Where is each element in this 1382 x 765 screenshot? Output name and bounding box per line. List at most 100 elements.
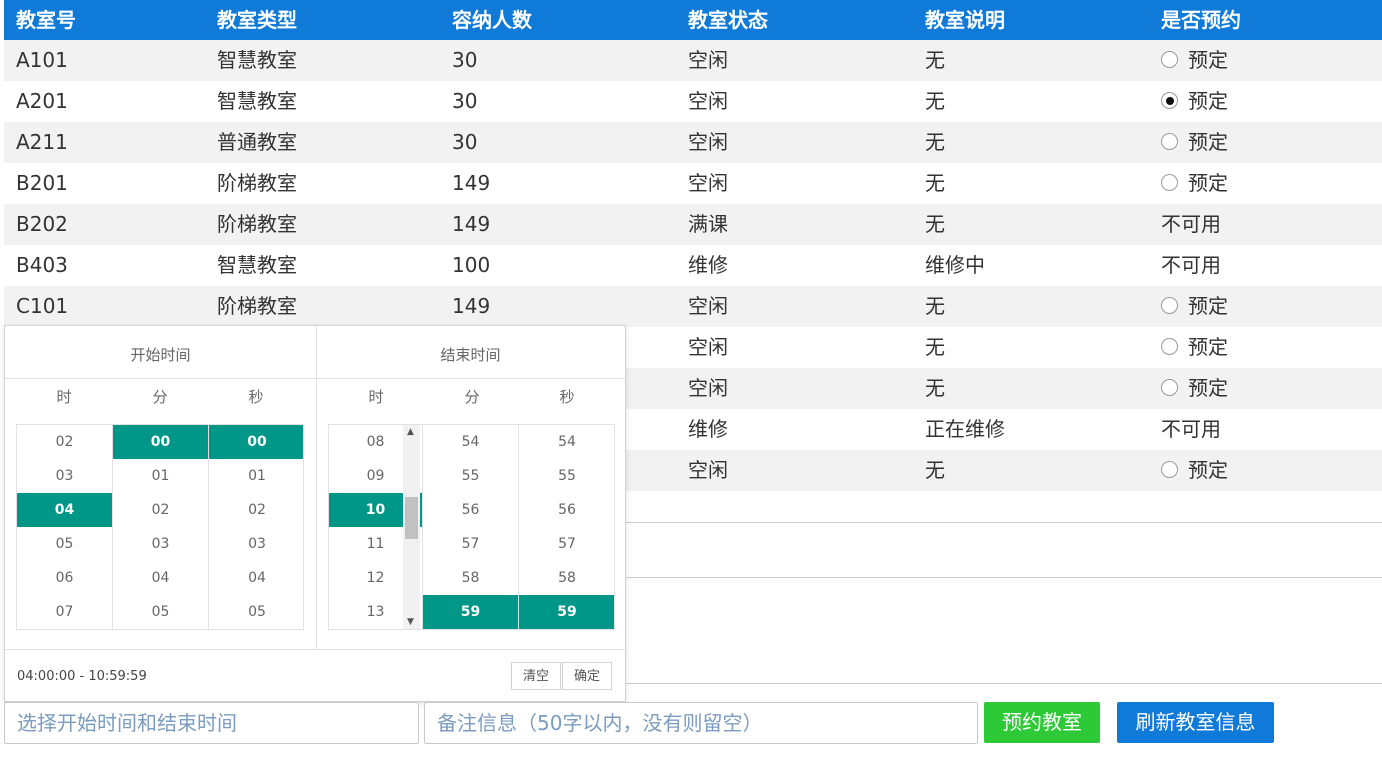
reserve-radio-option[interactable]: 预定	[1161, 450, 1228, 491]
start-minute-option[interactable]: 04	[113, 561, 208, 595]
scroll-up-icon[interactable]: ▲	[407, 427, 414, 437]
table-row: C101 阶梯教室 149 空闲 无 预定	[4, 286, 1382, 327]
table-row: A101 智慧教室 30 空闲 无 预定	[4, 40, 1382, 81]
start-time-title: 开始时间	[5, 326, 317, 379]
start-hour-option[interactable]: 05	[17, 527, 112, 561]
cell-type: 智慧教室	[217, 89, 297, 113]
selected-range-text: 04:00:00 - 10:59:59	[17, 669, 147, 684]
divider	[626, 683, 1382, 684]
end-minute-column[interactable]: 54 55 56 57 58 59	[423, 425, 519, 629]
radio-button[interactable]	[1161, 92, 1178, 109]
cell-id: C101	[16, 294, 69, 318]
start-second-option[interactable]: 01	[209, 459, 303, 493]
start-second-option[interactable]: 00	[209, 425, 303, 459]
radio-button[interactable]	[1161, 174, 1178, 191]
cell-status: 空闲	[688, 171, 728, 195]
cell-status: 满课	[688, 212, 728, 236]
divider	[626, 522, 1382, 523]
start-second-option[interactable]: 03	[209, 527, 303, 561]
picker-divider	[316, 378, 317, 650]
end-minute-option[interactable]: 55	[423, 459, 518, 493]
cell-note: 无	[925, 376, 945, 400]
radio-label: 预定	[1188, 294, 1228, 318]
start-hour-option[interactable]: 06	[17, 561, 112, 595]
start-hour-label: 时	[56, 388, 72, 406]
unavailable-text: 不可用	[1161, 253, 1221, 277]
cell-id: B403	[16, 253, 68, 277]
start-minute-option[interactable]: 05	[113, 595, 208, 629]
reserve-radio-option[interactable]: 预定	[1161, 286, 1228, 327]
time-range-input[interactable]: 选择开始时间和结束时间	[4, 702, 419, 744]
end-hour-label: 时	[368, 388, 384, 406]
end-time-title: 结束时间	[316, 326, 625, 379]
radio-button[interactable]	[1161, 297, 1178, 314]
start-second-option[interactable]: 04	[209, 561, 303, 595]
confirm-button[interactable]: 确定	[562, 662, 612, 690]
note-input[interactable]: 备注信息（50字以内，没有则留空）	[424, 702, 978, 744]
start-minute-column[interactable]: 00 01 02 03 04 05	[113, 425, 209, 629]
refresh-classroom-button[interactable]: 刷新教室信息	[1117, 702, 1274, 743]
cell-note: 无	[925, 458, 945, 482]
cell-note: 维修中	[925, 253, 985, 277]
start-second-option[interactable]: 02	[209, 493, 303, 527]
reserve-classroom-button[interactable]: 预约教室	[984, 702, 1100, 743]
end-second-option[interactable]: 59	[519, 595, 614, 629]
start-hour-option[interactable]: 03	[17, 459, 112, 493]
end-second-option[interactable]: 56	[519, 493, 614, 527]
reserve-radio-option[interactable]: 预定	[1161, 327, 1228, 368]
reserve-radio-option[interactable]: 预定	[1161, 368, 1228, 409]
cell-id: A101	[16, 48, 68, 72]
radio-button[interactable]	[1161, 338, 1178, 355]
end-minute-option[interactable]: 59	[423, 595, 518, 629]
radio-button[interactable]	[1161, 379, 1178, 396]
table-row: B403 智慧教室 100 维修 维修中 不可用	[4, 245, 1382, 286]
cell-type: 智慧教室	[217, 253, 297, 277]
header-room-type: 教室类型	[217, 8, 297, 32]
table-row: B201 阶梯教室 149 空闲 无 预定	[4, 163, 1382, 204]
radio-label: 预定	[1188, 458, 1228, 482]
end-second-column[interactable]: 54 55 56 57 58 59	[519, 425, 614, 629]
cell-status: 空闲	[688, 376, 728, 400]
radio-button[interactable]	[1161, 51, 1178, 68]
start-time-list: 02 03 04 05 06 07 00 01 02 03 04 05 00 01 02 03 04 05	[16, 424, 304, 630]
hour-scrollbar[interactable]: ▲ ▼	[403, 425, 420, 629]
reserve-radio-option[interactable]: 预定	[1161, 81, 1228, 122]
radio-button[interactable]	[1161, 461, 1178, 478]
start-minute-option[interactable]: 02	[113, 493, 208, 527]
reserve-radio-option[interactable]: 预定	[1161, 163, 1228, 204]
reserve-radio-option[interactable]: 预定	[1161, 40, 1228, 81]
start-hour-option[interactable]: 04	[17, 493, 112, 527]
end-second-option[interactable]: 58	[519, 561, 614, 595]
header-capacity: 容纳人数	[452, 8, 532, 32]
cell-status: 空闲	[688, 89, 728, 113]
reserve-radio-option[interactable]: 预定	[1161, 122, 1228, 163]
cell-status: 空闲	[688, 48, 728, 72]
start-hour-option[interactable]: 02	[17, 425, 112, 459]
start-minute-option[interactable]: 00	[113, 425, 208, 459]
cell-status: 空闲	[688, 130, 728, 154]
end-second-option[interactable]: 57	[519, 527, 614, 561]
end-minute-option[interactable]: 57	[423, 527, 518, 561]
start-hour-column[interactable]: 02 03 04 05 06 07	[17, 425, 113, 629]
scroll-thumb[interactable]	[405, 497, 418, 539]
table-row: A201 智慧教室 30 空闲 无 预定	[4, 81, 1382, 122]
radio-label: 预定	[1188, 130, 1228, 154]
start-minute-option[interactable]: 01	[113, 459, 208, 493]
end-time-list: 08 09 10 11 12 13 ▲ ▼ 54 55 56 57 58 59 54 55 56 57 58…	[328, 424, 615, 630]
cell-note: 正在维修	[925, 417, 1005, 441]
scroll-down-icon[interactable]: ▼	[407, 617, 414, 627]
unavailable-text: 不可用	[1161, 212, 1221, 236]
clear-button[interactable]: 清空	[511, 662, 561, 690]
radio-label: 预定	[1188, 89, 1228, 113]
end-second-option[interactable]: 55	[519, 459, 614, 493]
end-second-option[interactable]: 54	[519, 425, 614, 459]
start-second-column[interactable]: 00 01 02 03 04 05	[209, 425, 303, 629]
start-minute-label: 分	[152, 388, 168, 406]
start-minute-option[interactable]: 03	[113, 527, 208, 561]
end-minute-option[interactable]: 58	[423, 561, 518, 595]
radio-button[interactable]	[1161, 133, 1178, 150]
start-hour-option[interactable]: 07	[17, 595, 112, 629]
end-minute-option[interactable]: 56	[423, 493, 518, 527]
start-second-option[interactable]: 05	[209, 595, 303, 629]
end-minute-option[interactable]: 54	[423, 425, 518, 459]
